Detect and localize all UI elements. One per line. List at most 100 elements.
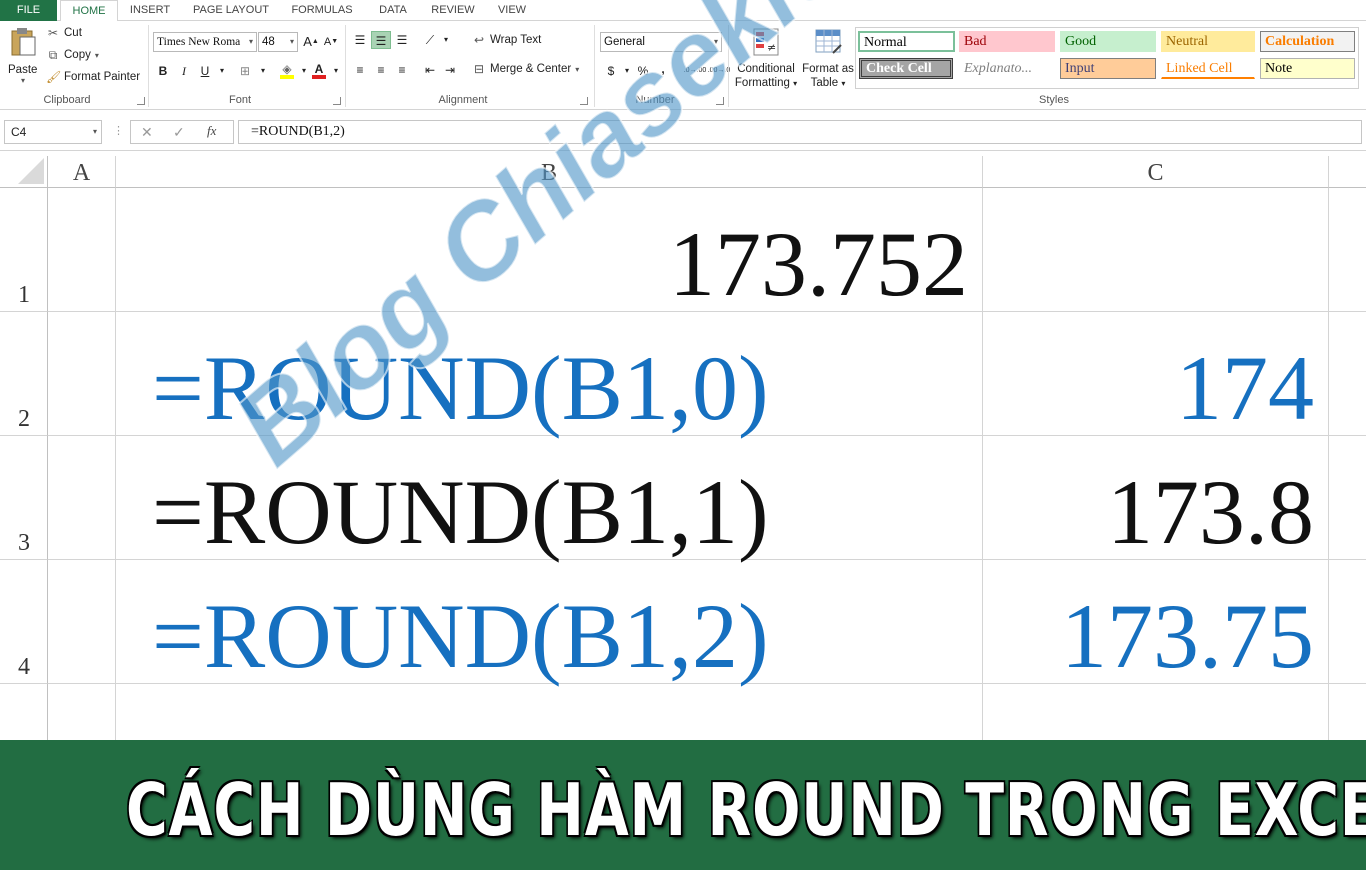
cell-d1[interactable] <box>1329 188 1366 312</box>
cell-b1-value: 173.752 <box>669 213 968 315</box>
enter-icon[interactable]: ✓ <box>173 124 185 141</box>
wrap-text-button[interactable]: ↩ Wrap Text <box>472 33 541 47</box>
chevron-down-icon: ▾ <box>289 37 294 46</box>
column-header-d[interactable] <box>1329 156 1366 188</box>
font-size-select[interactable]: 48 ▾ <box>258 32 298 52</box>
cell-a4[interactable] <box>48 560 116 684</box>
column-header-c[interactable]: C <box>983 156 1329 188</box>
cell-a3[interactable] <box>48 436 116 560</box>
tab-home[interactable]: HOME <box>60 0 118 22</box>
cell-d3[interactable] <box>1329 436 1366 560</box>
align-left-icon[interactable]: ≡ <box>351 61 369 79</box>
row-header-4[interactable]: 4 <box>0 560 48 684</box>
chevron-down-icon[interactable]: ▾ <box>437 31 455 49</box>
style-bad[interactable]: Bad <box>959 31 1055 52</box>
cell-d4[interactable] <box>1329 560 1366 684</box>
chevron-down-icon: ▾ <box>92 127 97 136</box>
tab-review[interactable]: REVIEW <box>424 0 482 21</box>
row-header-1[interactable]: 1 <box>0 188 48 312</box>
cell-c1[interactable] <box>983 188 1329 312</box>
clipboard-launcher-icon[interactable] <box>137 97 145 105</box>
scissors-icon: ✂ <box>47 26 59 40</box>
cell-c2-value: 174 <box>1176 337 1314 439</box>
tab-formulas[interactable]: FORMULAS <box>286 0 358 21</box>
styles-group-label: Styles <box>1039 94 1069 106</box>
formula-bar-grip-icon: ⋮ <box>113 125 124 137</box>
tab-data[interactable]: DATA <box>370 0 416 21</box>
copy-button[interactable]: ⧉ Copy ▾ <box>46 48 99 62</box>
cell-c5[interactable] <box>983 684 1329 744</box>
tab-view[interactable]: VIEW <box>490 0 534 21</box>
name-box[interactable]: C4 ▾ <box>4 120 102 144</box>
style-good[interactable]: Good <box>1060 31 1156 52</box>
chevron-down-icon[interactable]: ▾ <box>327 62 345 80</box>
cell-b5[interactable] <box>116 684 983 744</box>
style-input[interactable]: Input <box>1060 58 1156 79</box>
cell-c4[interactable]: 173.75 <box>983 560 1329 687</box>
chevron-down-icon[interactable]: ▾ <box>254 62 272 80</box>
paintbrush-icon: 🖌 <box>46 70 62 84</box>
cell-b3[interactable]: =ROUND(B1,1) <box>116 436 983 563</box>
copy-icon: ⧉ <box>48 48 58 62</box>
merge-center-button[interactable]: ⊟ Merge & Center ▾ <box>472 62 579 76</box>
style-note[interactable]: Note <box>1260 58 1355 79</box>
cut-button[interactable]: ✂ Cut <box>46 26 82 40</box>
increase-font-size-button[interactable]: A▲ <box>302 33 320 51</box>
row-number: 2 <box>18 406 30 432</box>
format-as-table-label-2: Table ▾ <box>800 76 856 91</box>
group-divider <box>345 25 346 107</box>
row-header-3[interactable]: 3 <box>0 436 48 560</box>
fill-color-button[interactable]: ◈ <box>278 62 296 80</box>
cell-a2[interactable] <box>48 312 116 436</box>
tab-file[interactable]: FILE <box>0 0 57 21</box>
increase-indent-icon[interactable]: ⇥ <box>441 61 459 79</box>
row-number: 1 <box>18 282 30 308</box>
font-name-select[interactable]: Times New Roma ▾ <box>153 32 257 52</box>
align-middle-icon[interactable]: ☰ <box>371 31 391 49</box>
chevron-down-icon: ▾ <box>575 64 580 74</box>
column-header-a[interactable]: A <box>48 156 116 188</box>
cell-d2[interactable] <box>1329 312 1366 436</box>
style-neutral[interactable]: Neutral <box>1161 31 1255 52</box>
paste-button[interactable]: Paste ▾ <box>8 27 40 87</box>
font-launcher-icon[interactable] <box>333 97 341 105</box>
style-calculation[interactable]: Calculation <box>1260 31 1355 52</box>
insert-function-icon[interactable]: fx <box>207 123 216 139</box>
align-right-icon[interactable]: ≡ <box>393 61 411 79</box>
style-explanatory[interactable]: Explanato... <box>959 58 1055 79</box>
cell-a5[interactable] <box>48 684 116 744</box>
bold-button[interactable]: B <box>154 62 172 80</box>
cancel-icon[interactable]: ✕ <box>141 124 153 141</box>
chevron-down-icon: ▾ <box>94 50 99 60</box>
cell-a1[interactable] <box>48 188 116 312</box>
row-header-5[interactable] <box>0 684 48 744</box>
tab-insert[interactable]: INSERT <box>124 0 176 21</box>
align-center-icon[interactable]: ≡ <box>372 61 390 79</box>
style-normal[interactable]: Normal <box>858 31 955 52</box>
align-bottom-icon[interactable]: ☰ <box>393 31 411 49</box>
chevron-down-icon[interactable]: ▾ <box>213 62 231 80</box>
row-header-2[interactable]: 2 <box>0 312 48 436</box>
style-check-cell[interactable]: Check Cell <box>859 58 953 79</box>
font-name-value: Times New Roma <box>157 36 241 48</box>
cut-label: Cut <box>64 27 82 39</box>
merge-cells-icon: ⊟ <box>473 62 485 76</box>
decrease-font-size-button[interactable]: A▼ <box>322 33 340 51</box>
font-color-button[interactable]: A <box>310 62 328 80</box>
formula-input[interactable]: =ROUND(B1,2) <box>238 120 1362 144</box>
decrease-indent-icon[interactable]: ⇤ <box>421 61 439 79</box>
underline-button[interactable]: U <box>196 62 214 80</box>
format-painter-button[interactable]: 🖌 Format Painter <box>46 70 140 84</box>
style-linked-cell[interactable]: Linked Cell <box>1161 58 1255 79</box>
banner-title: CÁCH DÙNG HÀM ROUND TRONG EXCEL <box>126 768 1366 852</box>
select-all-button[interactable] <box>0 156 48 188</box>
cell-c2[interactable]: 174 <box>983 312 1329 439</box>
align-top-icon[interactable]: ☰ <box>351 31 369 49</box>
tab-page-layout[interactable]: PAGE LAYOUT <box>186 0 276 21</box>
chevron-down-icon: ▾ <box>793 79 798 88</box>
cell-c3[interactable]: 173.8 <box>983 436 1329 563</box>
borders-icon[interactable]: ⊞ <box>236 62 254 80</box>
cell-b4[interactable]: =ROUND(B1,2) <box>116 560 983 687</box>
italic-button[interactable]: I <box>175 62 193 80</box>
chevron-down-icon: ▾ <box>841 79 846 88</box>
